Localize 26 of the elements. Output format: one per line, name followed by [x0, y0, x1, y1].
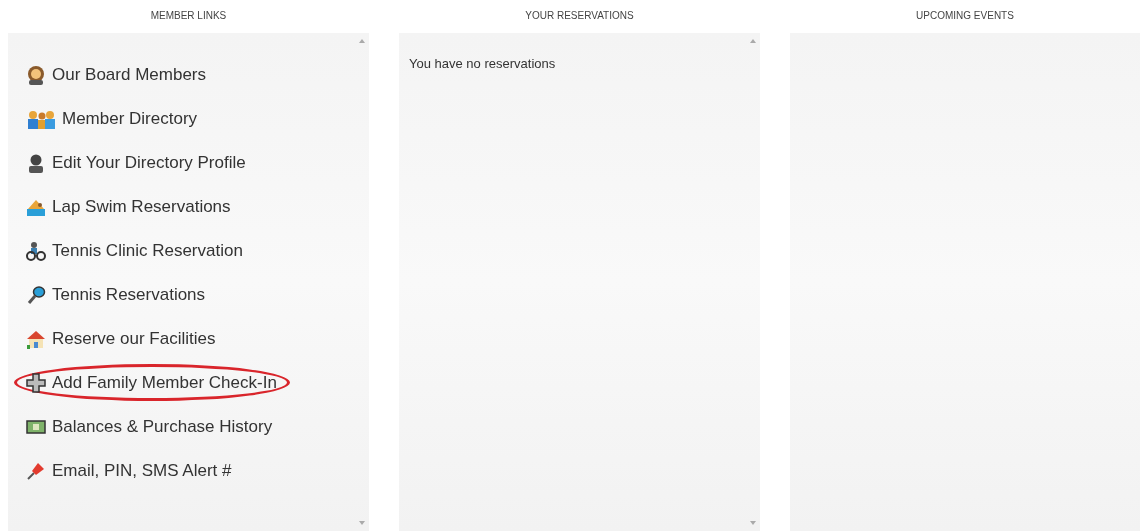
member-link[interactable]: Member Directory — [26, 104, 198, 133]
pushpin-icon — [26, 460, 46, 481]
column-heading: UPCOMING EVENTS — [915, 9, 1015, 23]
member-link[interactable]: Tennis Clinic Reservation — [26, 236, 243, 265]
member-link[interactable]: Lap Swim Reservations — [26, 192, 231, 221]
family-icon — [26, 108, 56, 129]
racket-icon — [26, 284, 46, 305]
member-link[interactable]: Balances & Purchase History — [26, 412, 273, 441]
member-link[interactable]: Add Family Member Check-In — [14, 364, 290, 401]
person-icon — [26, 152, 46, 173]
cyclist-icon — [26, 240, 46, 261]
member-link[interactable]: Our Board Members — [26, 60, 206, 89]
column-heading: YOUR RESERVATIONS — [524, 9, 635, 23]
plus-icon — [26, 372, 46, 393]
house-icon — [26, 328, 46, 349]
column-heading: MEMBER LINKS — [149, 9, 228, 23]
scroll-down-icon[interactable] — [359, 521, 365, 525]
woman-icon — [26, 64, 46, 85]
member-link[interactable]: Email, PIN, SMS Alert # — [26, 456, 232, 485]
member-link[interactable]: Tennis Reservations — [26, 280, 206, 309]
scroll-up-icon[interactable] — [359, 39, 365, 43]
scroll-down-icon[interactable] — [750, 521, 756, 525]
scroll-up-icon[interactable] — [750, 39, 756, 43]
empty-message: You have no reservations — [409, 55, 556, 73]
member-link[interactable]: Reserve our Facilities — [26, 324, 216, 353]
member-link[interactable]: Edit Your Directory Profile — [26, 148, 246, 177]
